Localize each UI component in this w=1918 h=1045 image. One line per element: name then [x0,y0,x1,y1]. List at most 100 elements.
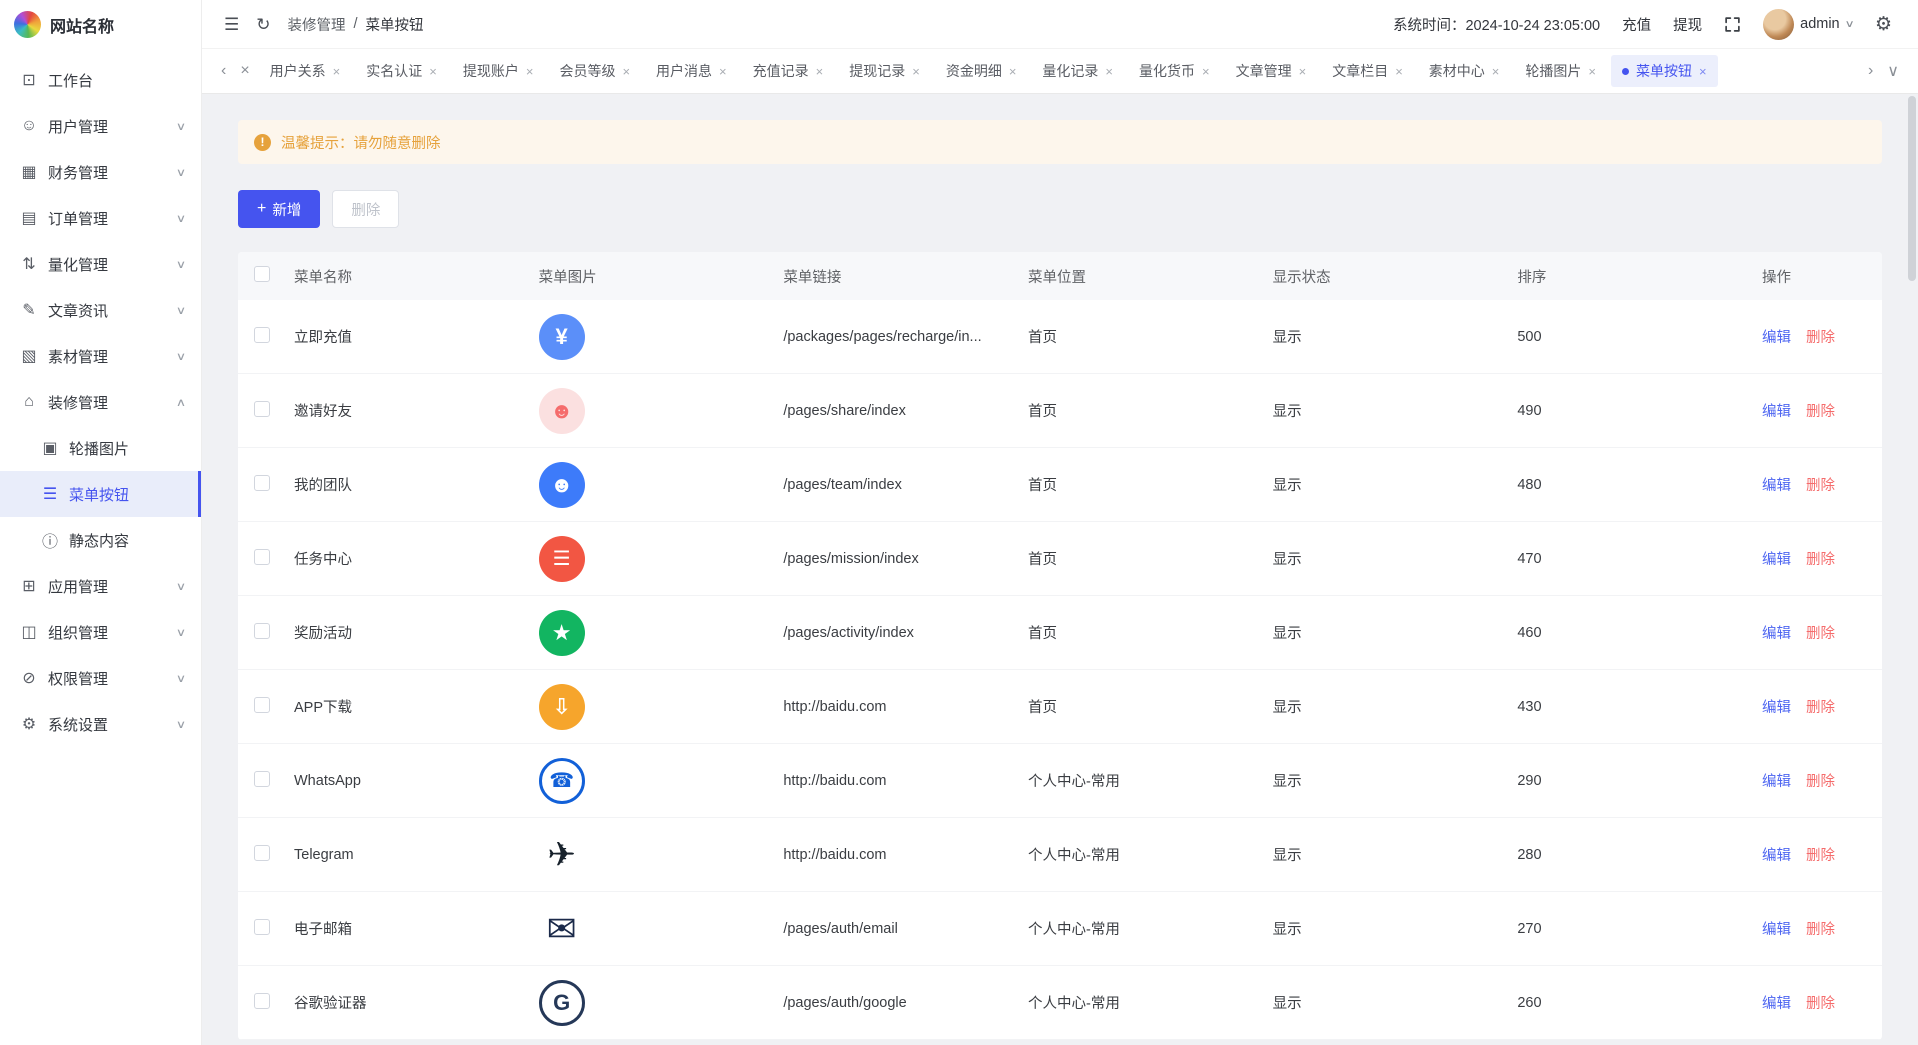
sidebar-item-label: 素材管理 [48,346,167,367]
refresh-icon[interactable]: ↻ [256,16,270,33]
sidebar-subitem[interactable]: ▣ 轮播图片 [0,425,201,471]
warning-alert-text: 温馨提示：请勿随意删除 [281,132,441,153]
row-checkbox[interactable] [254,549,270,565]
sidebar-item[interactable]: ☺ 用户管理 ∨ [0,103,201,149]
sidebar-subitem[interactable]: ⓘ 静态内容 [0,517,201,563]
tab[interactable]: 菜单按钮 × [1611,55,1718,87]
delete-link[interactable]: 删除 [1806,918,1835,939]
select-all-checkbox[interactable] [254,266,270,282]
scrollbar-thumb[interactable] [1908,96,1916,281]
row-checkbox[interactable] [254,327,270,343]
tab[interactable]: 文章管理 × [1225,55,1318,87]
row-checkbox[interactable] [254,771,270,787]
gear-icon[interactable]: ⚙ [1875,13,1892,36]
tab[interactable]: 提现账户 × [452,55,545,87]
menu-image-icon: ☰ [539,536,585,582]
breadcrumb-section[interactable]: 装修管理 [288,14,346,35]
delete-link[interactable]: 删除 [1806,696,1835,717]
add-button[interactable]: + 新增 [238,190,320,228]
delete-link[interactable]: 删除 [1806,326,1835,347]
edit-link[interactable]: 编辑 [1762,918,1791,939]
delete-link[interactable]: 删除 [1806,770,1835,791]
tab[interactable]: 会员等级 × [548,55,641,87]
tab-close-icon[interactable]: × [1299,64,1307,79]
tab-close-icon[interactable]: × [429,64,437,79]
tab-close-icon[interactable]: × [816,64,824,79]
tab-close-icon[interactable]: × [1395,64,1403,79]
tab-close-icon[interactable]: × [912,64,920,79]
sidebar-item[interactable]: ⇅ 量化管理 ∨ [0,241,201,287]
sidebar-item[interactable]: ◫ 组织管理 ∨ [0,609,201,655]
sidebar-item[interactable]: ✎ 文章资讯 ∨ [0,287,201,333]
tab-close-icon[interactable]: × [333,64,341,79]
sidebar-subitem-label: 静态内容 [69,530,185,551]
tab-close-icon[interactable]: × [1009,64,1017,79]
edit-link[interactable]: 编辑 [1762,474,1791,495]
column-header-status: 显示状态 [1273,266,1518,287]
tab-overflow-close-icon[interactable]: × [235,62,254,80]
tab-close-icon[interactable]: × [526,64,534,79]
sidebar-item[interactable]: ⌂ 装修管理 ∧ [0,379,201,425]
menu-image-icon: ☎ [539,758,585,804]
sidebar-item[interactable]: ⚙ 系统设置 ∨ [0,701,201,747]
tab[interactable]: 文章栏目 × [1321,55,1414,87]
delete-button[interactable]: 删除 [332,190,399,228]
withdraw-link[interactable]: 提现 [1673,14,1702,35]
tabs-dropdown-icon[interactable]: ∨ [1882,61,1904,81]
page-scrollbar[interactable] [1908,96,1916,1041]
row-checkbox[interactable] [254,919,270,935]
edit-link[interactable]: 编辑 [1762,696,1791,717]
tabs-scroll-right-icon[interactable]: › [1863,62,1878,80]
fullscreen-icon[interactable] [1724,16,1741,33]
tab[interactable]: 素材中心 × [1418,55,1511,87]
tab[interactable]: 量化货币 × [1128,55,1221,87]
tab[interactable]: 实名认证 × [355,55,448,87]
tab-close-icon[interactable]: × [1492,64,1500,79]
tab[interactable]: 充值记录 × [742,55,835,87]
sidebar-item[interactable]: ⊡ 工作台 [0,57,201,103]
user-menu[interactable]: admin ∨ [1763,9,1853,40]
delete-link[interactable]: 删除 [1806,400,1835,421]
row-checkbox[interactable] [254,475,270,491]
recharge-link[interactable]: 充值 [1622,14,1651,35]
sidebar-subitem[interactable]: ☰ 菜单按钮 [0,471,201,517]
tab-close-icon[interactable]: × [622,64,630,79]
sidebar-item[interactable]: ⊘ 权限管理 ∨ [0,655,201,701]
tab[interactable]: 提现记录 × [838,55,931,87]
row-checkbox[interactable] [254,993,270,1009]
delete-link[interactable]: 删除 [1806,474,1835,495]
edit-link[interactable]: 编辑 [1762,622,1791,643]
edit-link[interactable]: 编辑 [1762,326,1791,347]
tab-close-icon[interactable]: × [1588,64,1596,79]
sidebar-item[interactable]: ▤ 订单管理 ∨ [0,195,201,241]
sidebar-item[interactable]: ⊞ 应用管理 ∨ [0,563,201,609]
tab-close-icon[interactable]: × [1699,64,1707,79]
tab[interactable]: 资金明细 × [935,55,1028,87]
tab[interactable]: 轮播图片 × [1514,55,1607,87]
edit-link[interactable]: 编辑 [1762,844,1791,865]
tab-close-icon[interactable]: × [1105,64,1113,79]
row-checkbox[interactable] [254,401,270,417]
edit-link[interactable]: 编辑 [1762,548,1791,569]
display-status: 显示 [1273,548,1518,569]
delete-link[interactable]: 删除 [1806,844,1835,865]
tab[interactable]: 量化记录 × [1031,55,1124,87]
tab[interactable]: 用户关系 × [259,55,352,87]
row-checkbox[interactable] [254,623,270,639]
table-row: 奖励活动 ★ /pages/activity/index 首页 显示 460 编… [238,596,1882,670]
delete-link[interactable]: 删除 [1806,992,1835,1013]
tab-close-icon[interactable]: × [1202,64,1210,79]
row-checkbox[interactable] [254,845,270,861]
sidebar-item[interactable]: ▦ 财务管理 ∨ [0,149,201,195]
tab-close-icon[interactable]: × [719,64,727,79]
edit-link[interactable]: 编辑 [1762,992,1791,1013]
delete-link[interactable]: 删除 [1806,548,1835,569]
edit-link[interactable]: 编辑 [1762,770,1791,791]
tab[interactable]: 用户消息 × [645,55,738,87]
tabs-scroll-left-icon[interactable]: ‹ [216,62,231,80]
sidebar-item[interactable]: ▧ 素材管理 ∨ [0,333,201,379]
delete-link[interactable]: 删除 [1806,622,1835,643]
edit-link[interactable]: 编辑 [1762,400,1791,421]
hamburger-icon[interactable]: ☰ [224,16,239,33]
row-checkbox[interactable] [254,697,270,713]
